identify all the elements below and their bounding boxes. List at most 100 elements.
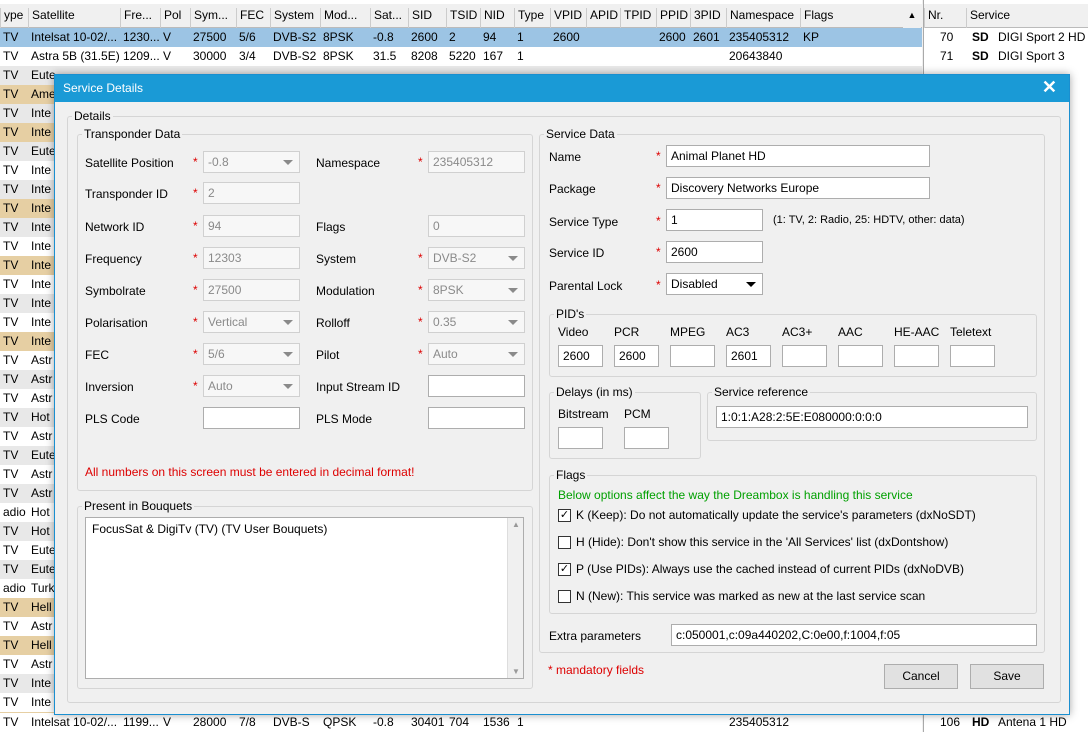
frequency-input[interactable]: 12303: [203, 247, 300, 269]
flag-use-pids-checkbox[interactable]: ✓: [558, 563, 571, 576]
table-cell: V: [163, 30, 172, 44]
close-icon[interactable]: ✕: [1042, 77, 1057, 98]
table-row[interactable]: TV Intelsat 10-02/... 1230... V 27500 5/6 DVB-…: [0, 28, 922, 47]
rolloff-select[interactable]: 0.35: [428, 311, 525, 333]
pid-input-teletext[interactable]: [950, 345, 995, 367]
parental-lock-select[interactable]: Disabled: [666, 273, 763, 295]
table-cell: 28000: [193, 715, 227, 729]
column-header[interactable]: Service: [966, 8, 1010, 28]
symbolrate-input[interactable]: 27500: [203, 279, 300, 301]
package-input[interactable]: Discovery Networks Europe: [666, 177, 930, 199]
column-header[interactable]: APID: [586, 8, 618, 28]
column-header[interactable]: TSID: [446, 8, 477, 28]
cancel-button[interactable]: Cancel: [884, 664, 958, 689]
table-row[interactable]: TV Intelsat 10-02/... 1199... V 28000 7/8 DVB-…: [0, 713, 922, 732]
column-header[interactable]: 3PID: [690, 8, 721, 28]
bouquets-scrollbar[interactable]: ▲ ▼: [507, 518, 523, 678]
flag-new-label[interactable]: N (New): This service was marked as new …: [576, 589, 925, 603]
system-select[interactable]: DVB-S2: [428, 247, 525, 269]
table-cell: V: [163, 49, 172, 63]
column-header[interactable]: Namespace: [726, 8, 794, 28]
fec-select[interactable]: 5/6: [203, 343, 300, 365]
column-header[interactable]: TPID: [620, 8, 651, 28]
inversion-select[interactable]: Auto: [203, 375, 300, 397]
inversion-label: Inversion: [85, 380, 134, 394]
parental-lock-label: Parental Lock: [549, 279, 623, 293]
table-cell: 27500: [193, 30, 227, 44]
column-header[interactable]: SID: [408, 8, 432, 28]
table-cell: TV: [3, 467, 19, 481]
pid-input-aac[interactable]: [838, 345, 883, 367]
pid-label-mpeg: MPEG: [670, 325, 706, 339]
bouquet-item[interactable]: FocusSat & DigiTv (TV) (TV User Bouquets…: [86, 518, 523, 540]
table-cell: TV: [3, 695, 19, 709]
input-stream-id-input[interactable]: [428, 375, 525, 397]
column-header[interactable]: Type: [514, 8, 544, 28]
column-header[interactable]: PPID: [656, 8, 688, 28]
column-header[interactable]: Fre...: [120, 8, 152, 28]
pls-mode-input[interactable]: [428, 407, 525, 429]
modulation-select[interactable]: 8PSK: [428, 279, 525, 301]
service-reference-input[interactable]: 1:0:1:A28:2:5E:E080000:0:0:0: [716, 406, 1028, 428]
bouquets-legend: Present in Bouquets: [84, 499, 193, 513]
flag-keep-label[interactable]: K (Keep): Do not automatically update th…: [576, 508, 976, 522]
column-header[interactable]: Satellite: [28, 8, 75, 28]
column-header[interactable]: Sym...: [190, 8, 228, 28]
flag-keep-checkbox[interactable]: ✓: [558, 509, 571, 522]
scroll-down-icon[interactable]: ▼: [508, 667, 524, 676]
extra-parameters-input[interactable]: c:050001,c:09a440202,C:0e00,f:1004,f:05: [671, 624, 1037, 646]
column-header[interactable]: System: [270, 8, 314, 28]
column-header[interactable]: ype: [0, 8, 23, 28]
pid-input-ac3[interactable]: 2601: [726, 345, 771, 367]
scroll-up-icon[interactable]: ▲: [508, 520, 524, 529]
service-row[interactable]: 106 HD Antena 1 HD: [924, 713, 1088, 732]
pid-input-mpeg[interactable]: [670, 345, 715, 367]
service-type-input[interactable]: 1: [666, 209, 763, 231]
flags-input[interactable]: 0: [428, 215, 525, 237]
satellite-position-select[interactable]: -0.8: [203, 151, 300, 173]
polarisation-select[interactable]: Vertical: [203, 311, 300, 333]
pls-code-input[interactable]: [203, 407, 300, 429]
scroll-up-icon[interactable]: ▲: [903, 4, 921, 28]
column-header[interactable]: Mod...: [320, 8, 357, 28]
column-header[interactable]: Flags: [800, 8, 833, 28]
service-id-input[interactable]: 2600: [666, 241, 763, 263]
table-cell: TV: [3, 657, 19, 671]
pid-input-pcr[interactable]: 2600: [614, 345, 659, 367]
mandatory-star: *: [193, 251, 198, 265]
column-header[interactable]: Pol: [160, 8, 181, 28]
table-row[interactable]: TV Astra 5B (31.5E) 1209... V 30000 3/4 DVB-S2…: [0, 47, 922, 66]
column-header[interactable]: Sat...: [370, 8, 402, 28]
bouquets-list[interactable]: FocusSat & DigiTv (TV) (TV User Bouquets…: [85, 517, 524, 679]
table-cell: TV: [3, 182, 19, 196]
service-row[interactable]: 71 SD DIGI Sport 3: [924, 47, 1088, 66]
flag-hide-checkbox[interactable]: [558, 536, 571, 549]
mandatory-note: * mandatory fields: [548, 663, 645, 677]
pid-input-ac3[interactable]: [782, 345, 827, 367]
column-header[interactable]: FEC: [236, 8, 264, 28]
service-cell: SD: [972, 30, 989, 44]
column-header[interactable]: NID: [480, 8, 505, 28]
bitstream-input[interactable]: [558, 427, 603, 449]
mandatory-star: *: [656, 149, 661, 163]
save-button[interactable]: Save: [970, 664, 1044, 689]
pilot-select[interactable]: Auto: [428, 343, 525, 365]
pid-input-heaac[interactable]: [894, 345, 939, 367]
column-header[interactable]: Nr.: [924, 8, 943, 28]
flag-new-checkbox[interactable]: [558, 590, 571, 603]
table-cell: 3/4: [239, 49, 256, 63]
flag-use-pids-label[interactable]: P (Use PIDs): Always use the cached inst…: [576, 562, 964, 576]
pid-input-video[interactable]: 2600: [558, 345, 603, 367]
transponder-id-input[interactable]: 2: [203, 182, 300, 204]
table-cell: TV: [3, 543, 19, 557]
name-input[interactable]: Animal Planet HD: [666, 145, 930, 167]
flag-hide-label[interactable]: H (Hide): Don't show this service in the…: [576, 535, 948, 549]
pcm-input[interactable]: [624, 427, 669, 449]
namespace-input[interactable]: 235405312: [428, 151, 525, 173]
service-row[interactable]: 70 SD DIGI Sport 2 HD R: [924, 28, 1088, 47]
flags-label: Flags: [316, 220, 346, 234]
column-header[interactable]: VPID: [550, 8, 582, 28]
table-cell: TV: [3, 715, 19, 729]
network-id-input[interactable]: 94: [203, 215, 300, 237]
table-cell: TV: [3, 410, 19, 424]
